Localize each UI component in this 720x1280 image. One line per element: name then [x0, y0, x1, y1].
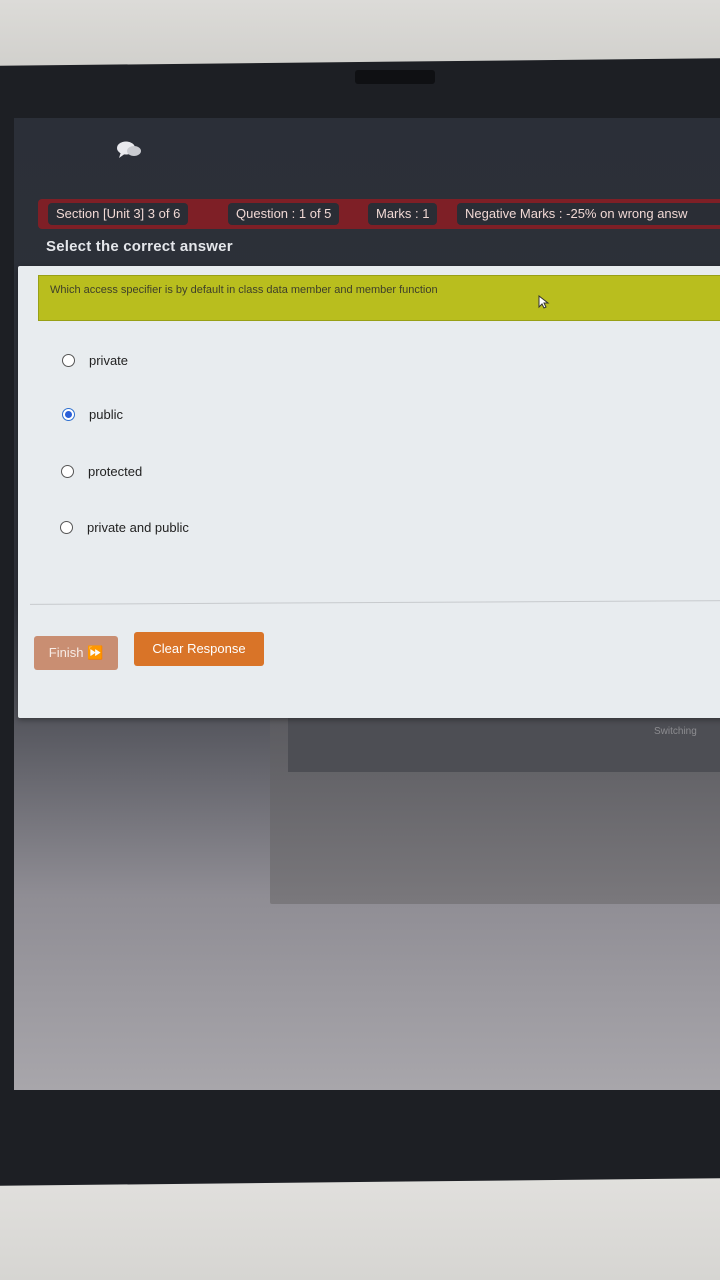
instruction-text: Select the correct answer	[46, 238, 233, 255]
question-text: Which access specifier is by default in …	[50, 284, 438, 296]
radio-button[interactable]	[61, 464, 74, 478]
cursor-icon-svg	[538, 294, 550, 309]
option-private-and-public[interactable]: private and public	[60, 517, 189, 537]
option-label: private	[89, 352, 129, 368]
background-window-header	[288, 712, 720, 772]
marks-indicator: Marks : 1	[368, 203, 438, 225]
webcam-notch	[355, 70, 435, 84]
option-private[interactable]: private	[62, 350, 128, 370]
cursor-icon	[538, 294, 550, 312]
finish-button[interactable]: Finish ⏩	[34, 636, 118, 670]
negative-marks-indicator: Negative Marks : -25% on wrong answ	[457, 203, 720, 225]
radio-button[interactable]	[62, 353, 75, 367]
chat-icon[interactable]	[116, 140, 144, 160]
chat-icon-svg	[117, 141, 141, 158]
option-public[interactable]: public	[62, 404, 123, 424]
question-box	[38, 275, 720, 321]
section-indicator: Section [Unit 3] 3 of 6	[48, 203, 189, 225]
option-label: protected	[88, 463, 143, 479]
option-label: public	[89, 406, 123, 422]
option-protected[interactable]: protected	[61, 461, 142, 481]
radio-button-selected[interactable]	[62, 407, 75, 421]
radio-button[interactable]	[60, 520, 73, 534]
background-window-label: Switching	[654, 726, 697, 737]
option-label: private and public	[87, 519, 189, 535]
question-card	[18, 266, 720, 718]
clear-response-button[interactable]: Clear Response	[134, 632, 264, 666]
question-indicator: Question : 1 of 5	[228, 203, 340, 225]
